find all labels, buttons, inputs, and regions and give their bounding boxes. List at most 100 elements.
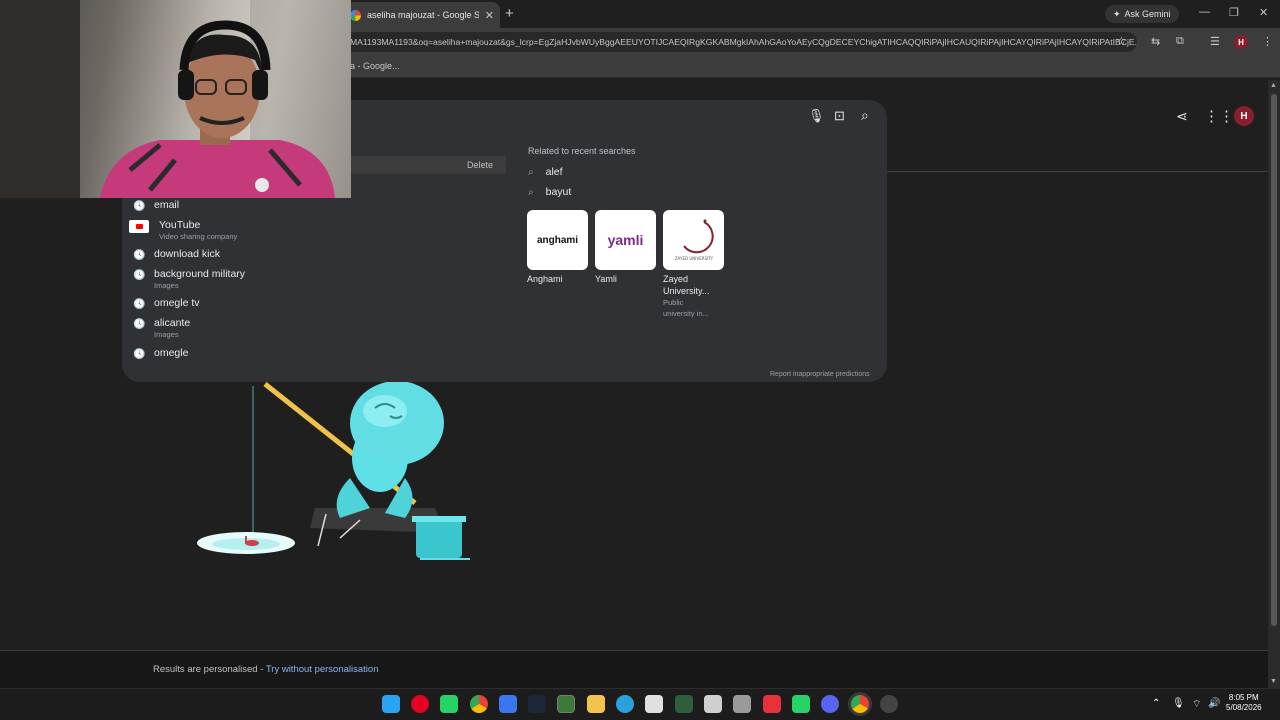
whatsapp-icon-2[interactable] xyxy=(792,695,810,713)
suggestion-item[interactable]: 🕓 download kick xyxy=(133,248,220,261)
suggestion-text: YouTube xyxy=(159,219,201,231)
reading-list-icon[interactable]: ☰ xyxy=(1210,35,1220,48)
report-predictions-link[interactable]: Report inappropriate predictions xyxy=(770,371,870,378)
suggestion-item[interactable]: 🕓 background military Images xyxy=(133,268,245,290)
store-icon[interactable] xyxy=(645,695,663,713)
suggestion-text: background military xyxy=(154,268,246,280)
browser-profile-avatar[interactable]: H xyxy=(1234,35,1248,49)
tray-chevron-icon[interactable]: ⌃ xyxy=(1152,698,1160,709)
whatsapp-icon[interactable] xyxy=(440,695,458,713)
suggestion-subtext: Video sharing company xyxy=(159,232,238,241)
tab-close-icon[interactable]: ✕ xyxy=(485,9,494,22)
scroll-up-icon[interactable]: ▲ xyxy=(1270,82,1277,89)
printer-icon[interactable] xyxy=(733,695,751,713)
share-icon[interactable]: ⋖ xyxy=(1176,108,1188,125)
search-icon: ⌕ xyxy=(528,166,534,178)
history-clock-icon: 🕓 xyxy=(133,270,146,281)
history-clock-icon: 🕓 xyxy=(133,299,146,310)
extensions-icon[interactable]: ⧉ xyxy=(1176,35,1184,48)
microphone-icon[interactable]: 🎙 xyxy=(1172,698,1185,709)
code-icon[interactable] xyxy=(675,695,693,713)
card-title[interactable]: Anghami xyxy=(527,273,563,285)
chrome-icon[interactable] xyxy=(470,695,488,713)
taskbar-clock[interactable]: 8:05 PM 5/08/2026 xyxy=(1226,693,1262,713)
card-title[interactable]: Yamli xyxy=(595,273,617,285)
delete-suggestion-button[interactable]: Delete xyxy=(467,160,493,170)
menu-kebab-icon[interactable]: ⋮ xyxy=(1262,35,1273,48)
telegram-icon[interactable] xyxy=(616,695,634,713)
search-icon: ⌕ xyxy=(528,186,534,198)
youtube-logo-icon xyxy=(129,220,149,233)
card-subtitle: Public xyxy=(663,298,684,307)
related-search-text: bayut xyxy=(545,186,572,198)
yamli-card-image[interactable]: yamli xyxy=(595,210,656,270)
maximize-icon[interactable]: ❐ xyxy=(1229,6,1239,19)
personalisation-text: Results are personalised - xyxy=(153,664,266,675)
suggestion-item[interactable]: 🕓 omegle xyxy=(133,347,188,360)
related-search-item[interactable]: ⌕ alef xyxy=(528,166,563,178)
suggestion-subtext: Images xyxy=(154,281,179,290)
signal-icon[interactable] xyxy=(499,695,517,713)
suggestion-item[interactable]: 🕓 email xyxy=(133,199,179,212)
suggestion-text: download kick xyxy=(154,248,220,260)
fishing-monster-illustration xyxy=(197,381,470,560)
suggestion-item[interactable]: 🕓 alicante Images xyxy=(133,317,190,339)
scrollbar-thumb[interactable] xyxy=(1271,94,1277,626)
scroll-down-icon[interactable]: ▼ xyxy=(1270,678,1277,685)
discord-icon[interactable] xyxy=(821,695,839,713)
related-search-item[interactable]: ⌕ bayut xyxy=(528,186,571,198)
card-title: Zayed xyxy=(663,274,689,284)
zayed-card-image[interactable]: ZAYED UNIVERSITY xyxy=(663,210,724,270)
anghami-logo-icon: anghami xyxy=(536,234,579,246)
wifi-icon[interactable]: ⌔ xyxy=(1192,698,1201,711)
steam-icon[interactable] xyxy=(528,695,546,713)
ask-gemini-button[interactable]: ✦ Ask Gemini xyxy=(1105,5,1179,23)
gemini-sparkle-icon: ✦ xyxy=(1113,8,1121,19)
chrome-active-icon[interactable] xyxy=(851,695,869,713)
translate-icon[interactable]: ⇆ xyxy=(1151,35,1160,48)
google-favicon-icon xyxy=(350,9,361,21)
zayed-logo-text: ZAYED UNIVERSITY xyxy=(674,256,713,261)
file-explorer-icon[interactable] xyxy=(587,695,605,713)
ask-gemini-label: Ask Gemini xyxy=(1124,9,1171,19)
anghami-card-image[interactable]: anghami xyxy=(527,210,588,270)
clock-date: 5/08/2026 xyxy=(1226,703,1262,712)
suggestion-text: omegle xyxy=(154,347,189,359)
anydesk-icon[interactable] xyxy=(763,695,781,713)
card-title-block[interactable]: Zayed University... Public university in… xyxy=(663,273,709,319)
suggestion-item[interactable]: YouTube Video sharing company xyxy=(129,219,238,241)
suggestion-item[interactable]: 🕓 omegle tv xyxy=(133,297,200,310)
new-tab-icon[interactable]: + xyxy=(505,5,514,22)
screen: aseliha majouzat - Google Search ✕ + ✦ A… xyxy=(0,0,1280,720)
settings-icon[interactable] xyxy=(880,695,898,713)
card-title-continued: University... xyxy=(663,286,710,296)
zayed-university-logo-icon: ZAYED UNIVERSITY xyxy=(674,219,713,261)
yamli-logo-icon: yamli xyxy=(607,232,644,248)
voice-search-icon[interactable]: 🎙 xyxy=(808,108,825,124)
lens-search-icon[interactable]: ⊡ xyxy=(834,108,845,124)
close-window-icon[interactable]: ✕ xyxy=(1259,6,1268,19)
card-subtitle-continued: university in... xyxy=(663,309,709,318)
history-clock-icon: 🕓 xyxy=(133,349,146,360)
search-icon[interactable]: ⌕ xyxy=(861,107,869,124)
volume-icon[interactable]: 🔊 xyxy=(1208,698,1220,709)
suggestion-subtext: Images xyxy=(154,330,179,339)
history-clock-icon: 🕓 xyxy=(133,201,146,212)
taskbar xyxy=(0,688,1280,720)
related-searches-heading: Related to recent searches xyxy=(528,146,636,156)
try-without-personalisation-link[interactable]: Try without personalisation xyxy=(266,664,379,675)
suggestion-text: alicante xyxy=(154,317,191,329)
bookmark-item[interactable]: a - Google... xyxy=(350,61,400,71)
divider xyxy=(886,171,1268,172)
address-bar[interactable]: MA1193MA1193&oq=aseliha+majouzat&gs_lcrp… xyxy=(344,32,1137,52)
related-search-text: alef xyxy=(545,166,563,178)
personalisation-notice: Results are personalised - Try without p… xyxy=(153,664,378,675)
avatar[interactable]: H xyxy=(1234,106,1254,126)
tasks-icon[interactable] xyxy=(704,695,722,713)
browser-tab[interactable]: aseliha majouzat - Google Search ✕ xyxy=(344,2,500,28)
windows-start-icon[interactable] xyxy=(382,695,400,713)
terminal-icon[interactable] xyxy=(557,695,575,713)
pinterest-icon[interactable] xyxy=(411,695,429,713)
minimize-icon[interactable]: — xyxy=(1199,6,1210,18)
bookmark-star-icon[interactable]: ☆ xyxy=(1116,34,1127,48)
